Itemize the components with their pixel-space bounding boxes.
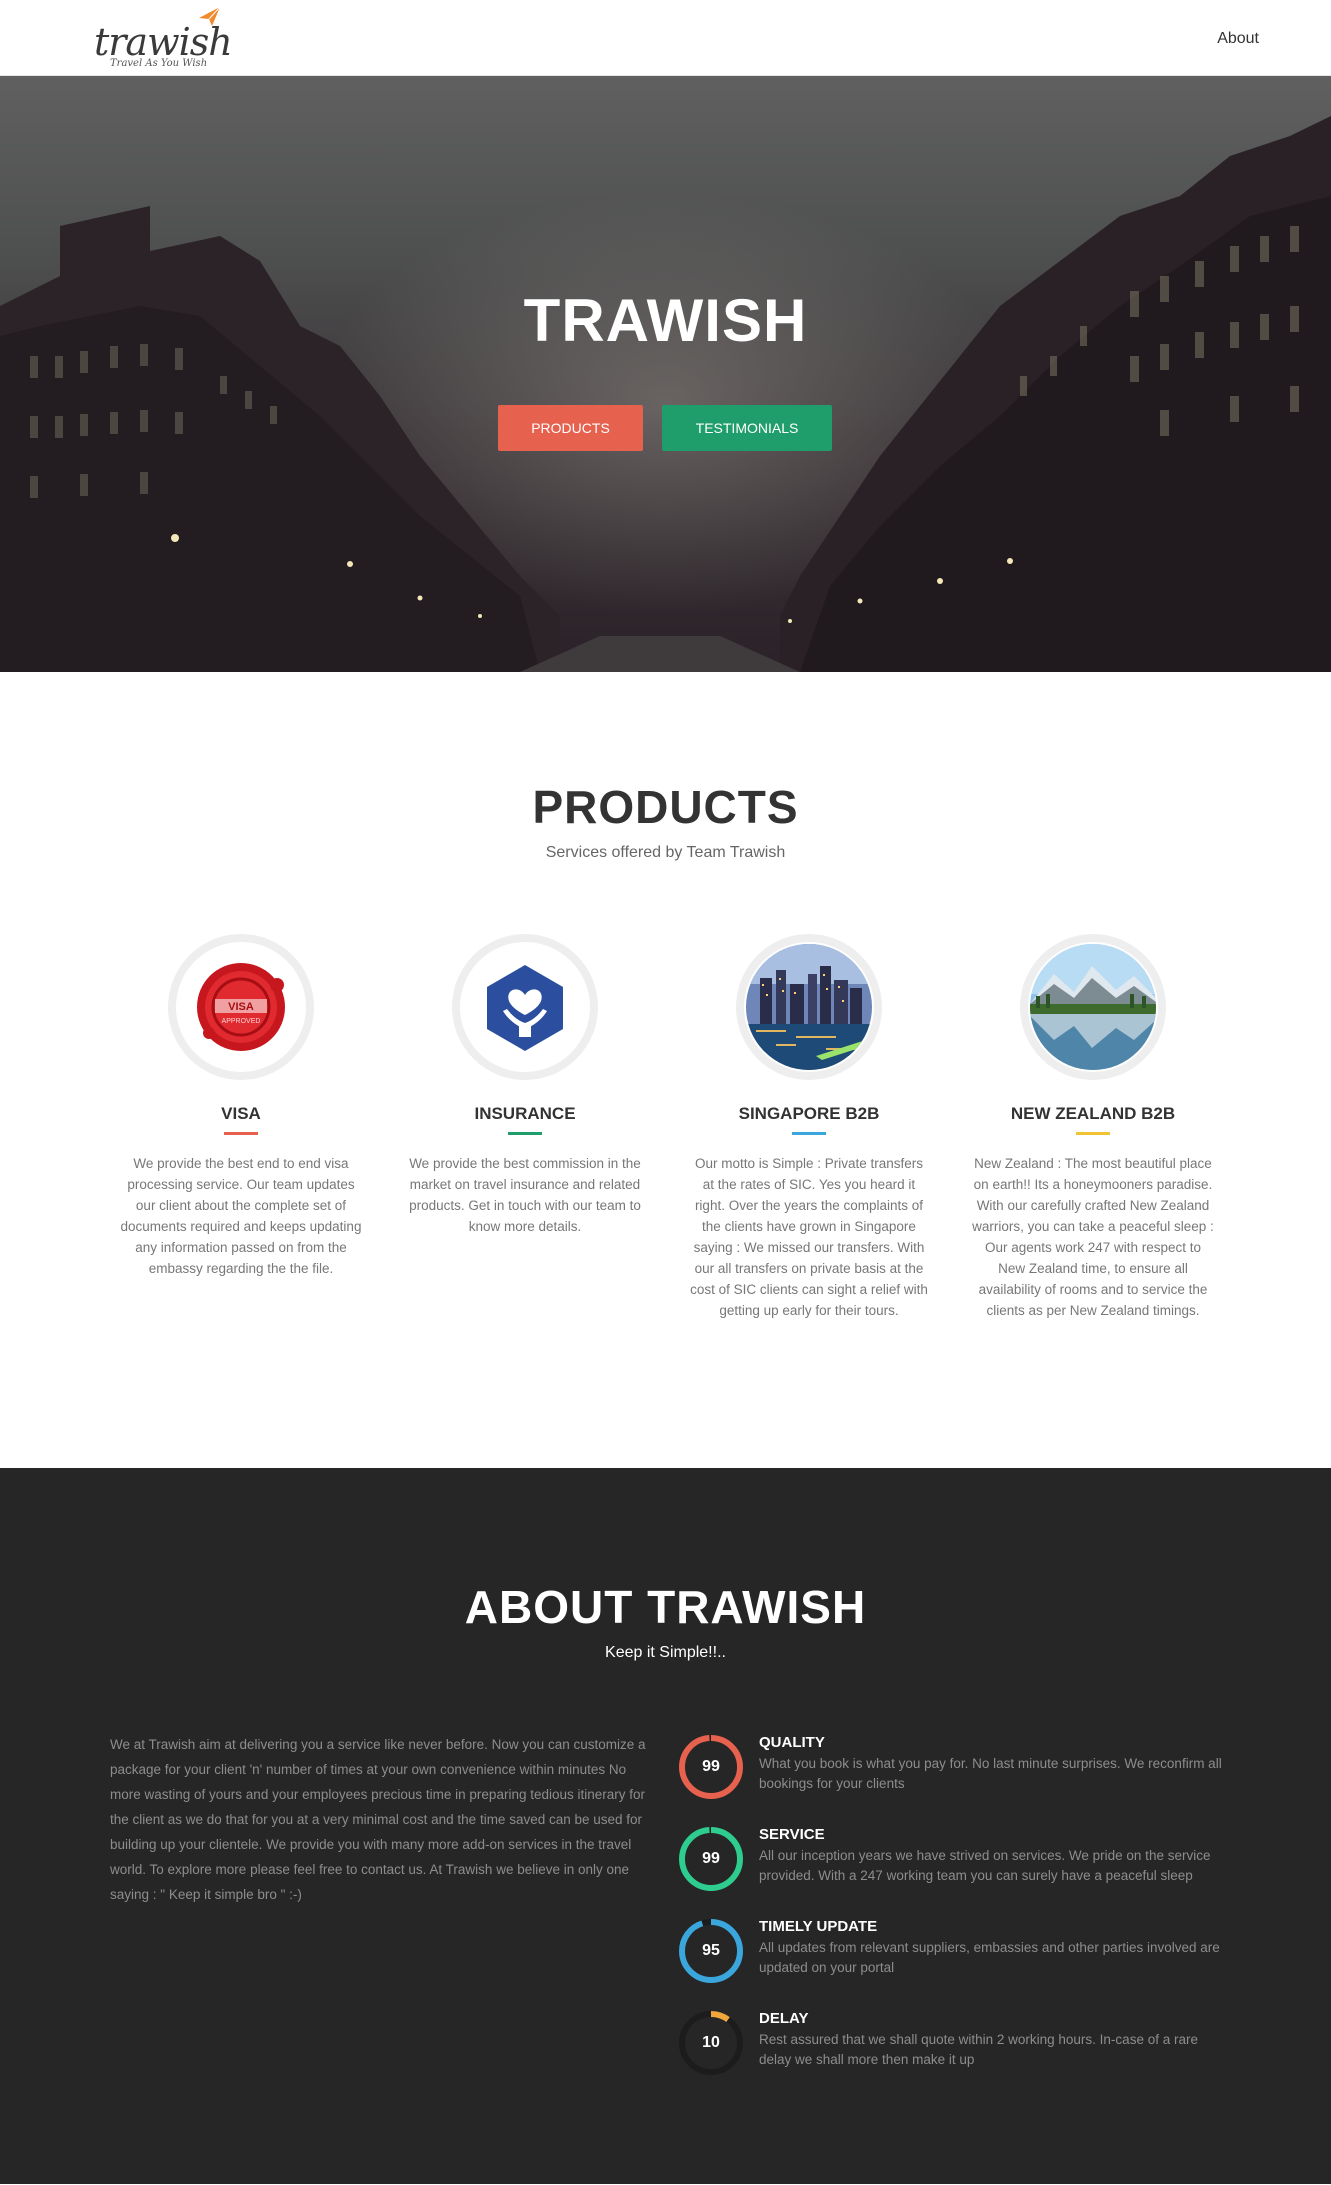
products-section: PRODUCTS Services offered by Team Trawis… bbox=[0, 672, 1331, 1468]
product-card-singapore-b2b: SINGAPORE B2B Our motto is Simple : Priv… bbox=[684, 934, 934, 1321]
products-title: PRODUCTS bbox=[532, 781, 799, 833]
logo-tagline: Travel As You Wish bbox=[110, 58, 208, 69]
about-section: ABOUT TRAWISH Keep it Simple!!.. We at T… bbox=[0, 1468, 1331, 2184]
product-accent-bar bbox=[1076, 1132, 1110, 1135]
product-name: VISA bbox=[221, 1104, 261, 1123]
product-name: NEW ZEALAND B2B bbox=[1010, 1104, 1176, 1123]
testimonials-button[interactable]: TESTIMONIALS bbox=[662, 405, 832, 451]
insurance-hands-heart-icon bbox=[487, 965, 563, 1051]
skill-title: TIMELY UPDATE bbox=[759, 1918, 878, 1935]
skill-description: All our inception years we have strived … bbox=[759, 1848, 1211, 1883]
skill-service: 99 SERVICE All our inception years we ha… bbox=[678, 1826, 1238, 1906]
about-title: ABOUT TRAWISH bbox=[464, 1581, 867, 1633]
singapore-skyline-image bbox=[746, 944, 872, 1070]
product-description: Our motto is Simple : Private transfers … bbox=[690, 1156, 928, 1318]
skill-title: QUALITY bbox=[759, 1734, 825, 1751]
product-accent-bar bbox=[224, 1132, 258, 1135]
product-description: We provide the best commission in the ma… bbox=[409, 1156, 641, 1234]
about-body-text: We at Trawish aim at delivering you a se… bbox=[110, 1737, 646, 1902]
product-accent-bar bbox=[508, 1132, 542, 1135]
product-description: We provide the best end to end visa proc… bbox=[120, 1156, 362, 1276]
skill-quality: 99 QUALITY What you book is what you pay… bbox=[678, 1734, 1238, 1814]
skill-percent: 99 bbox=[702, 1850, 720, 1867]
product-description: New Zealand : The most beautiful place o… bbox=[972, 1156, 1214, 1318]
skill-description: What you book is what you pay for. No la… bbox=[759, 1756, 1222, 1791]
skill-delay: 10 DELAY Rest assured that we shall quot… bbox=[678, 2010, 1238, 2090]
nav-about-link[interactable]: About bbox=[1217, 30, 1259, 48]
product-card-insurance: INSURANCE We provide the best commission… bbox=[400, 934, 650, 1237]
product-image-ring: VISA APPROVED bbox=[168, 934, 314, 1080]
product-card-new-zealand-b2b: NEW ZEALAND B2B New Zealand : The most b… bbox=[968, 934, 1218, 1321]
navbar: trawish Travel As You Wish About bbox=[0, 0, 1331, 76]
product-card-visa: VISA APPROVED VISA We provide the best e… bbox=[116, 934, 366, 1279]
new-zealand-lake-image bbox=[1030, 944, 1156, 1070]
visa-approved-seal-icon: VISA APPROVED bbox=[197, 963, 285, 1051]
skill-percent: 99 bbox=[702, 1758, 720, 1775]
hero-section: TRAWISH PRODUCTS TESTIMONIALS bbox=[0, 76, 1331, 672]
visa-seal-subtext: APPROVED bbox=[222, 1018, 261, 1025]
skill-percent: 10 bbox=[702, 2034, 720, 2051]
trawish-logo[interactable]: trawish Travel As You Wish bbox=[92, 6, 233, 70]
skill-description: Rest assured that we shall quote within … bbox=[759, 2032, 1198, 2067]
product-name: SINGAPORE B2B bbox=[738, 1104, 880, 1123]
skill-percent: 95 bbox=[702, 1942, 720, 1959]
skill-title: SERVICE bbox=[759, 1826, 825, 1843]
skill-title: DELAY bbox=[759, 2010, 809, 2027]
products-subtitle: Services offered by Team Trawish bbox=[545, 844, 786, 861]
skill-timely-update: 95 TIMELY UPDATE All updates from releva… bbox=[678, 1918, 1238, 1998]
products-button[interactable]: PRODUCTS bbox=[498, 405, 643, 451]
product-image-ring bbox=[452, 934, 598, 1080]
product-image-ring bbox=[736, 934, 882, 1080]
product-name: INSURANCE bbox=[474, 1104, 576, 1123]
product-accent-bar bbox=[792, 1132, 826, 1135]
skill-description: All updates from relevant suppliers, emb… bbox=[759, 1940, 1220, 1975]
hero-city-canal-image bbox=[0, 116, 1331, 672]
visa-seal-text: VISA bbox=[228, 1001, 254, 1013]
about-subtitle: Keep it Simple!!.. bbox=[605, 1644, 726, 1661]
hero-title: TRAWISH bbox=[523, 287, 808, 354]
product-image-ring bbox=[1020, 934, 1166, 1080]
